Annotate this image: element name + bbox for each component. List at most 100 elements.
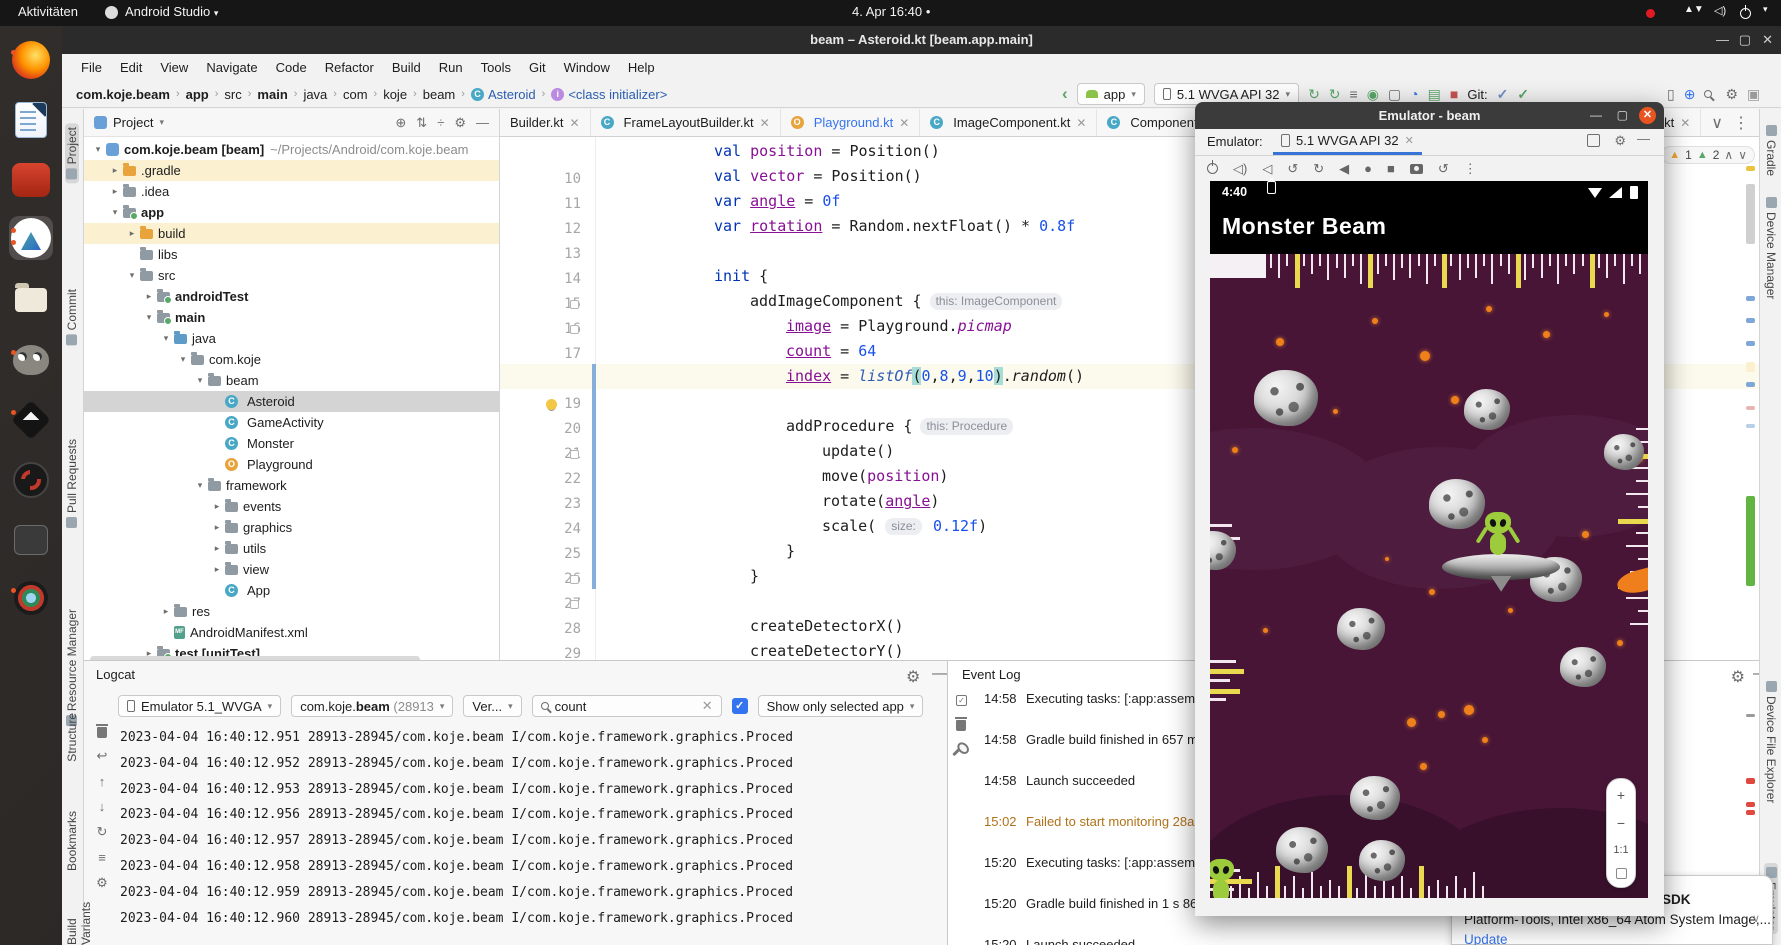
- tab-close-icon[interactable]: ✕: [899, 116, 909, 130]
- tree-item-src[interactable]: ▾src: [84, 265, 499, 286]
- trash-icon[interactable]: [97, 727, 107, 738]
- coverage-icon[interactable]: ▢: [1388, 87, 1401, 101]
- androidstudio-dock-icon[interactable]: [9, 216, 53, 260]
- zoom-fit-button[interactable]: [1616, 868, 1627, 879]
- menu-tools[interactable]: Tools: [472, 56, 520, 79]
- rotate-cw-icon[interactable]: ↻: [1313, 161, 1324, 177]
- tab-builder-kt[interactable]: Builder.kt✕: [500, 109, 591, 137]
- scroll-down-icon[interactable]: ↓: [99, 799, 106, 814]
- checkmark-icon[interactable]: ✓: [956, 695, 967, 706]
- tree-item-app[interactable]: CApp: [84, 580, 499, 601]
- project-title[interactable]: Project: [113, 115, 153, 130]
- layout-icon[interactable]: [1587, 134, 1600, 147]
- emulator-hide-icon[interactable]: —: [1637, 131, 1650, 146]
- git-update-icon[interactable]: ✓: [1497, 87, 1509, 101]
- zoom-reset-button[interactable]: 1:1: [1613, 844, 1628, 856]
- tree-item-com-koje-beam-beam-[interactable]: ▾com.koje.beam [beam]~/Projects/Android/…: [84, 139, 499, 160]
- profile-icon[interactable]: ◔: [1410, 87, 1418, 101]
- quickfix-bulb-icon[interactable]: [546, 399, 557, 410]
- update-link[interactable]: Update: [1464, 932, 1508, 945]
- tree-item-asteroid[interactable]: CAsteroid: [84, 391, 499, 412]
- phone-screen[interactable]: 4:40 Monster Beam + − 1:1: [1210, 181, 1648, 898]
- power-icon[interactable]: [1740, 7, 1751, 22]
- profiler-steps-icon[interactable]: ≡: [1350, 87, 1358, 101]
- firefox-dock-icon[interactable]: [9, 38, 53, 82]
- regex-checkbox[interactable]: ✓: [732, 698, 748, 714]
- activities-button[interactable]: Aktivitäten: [18, 4, 78, 19]
- expand-icon[interactable]: ⇅: [416, 115, 427, 131]
- tree-chevron-icon[interactable]: ▾: [192, 375, 208, 386]
- libreoffice-dock-icon[interactable]: [9, 98, 53, 142]
- tree-item-java[interactable]: ▾java: [84, 328, 499, 349]
- volume-down-icon[interactable]: ◁: [1262, 161, 1272, 177]
- tree-item-framework[interactable]: ▾framework: [84, 475, 499, 496]
- power-icon[interactable]: [1207, 163, 1218, 174]
- volume-up-icon[interactable]: ◁): [1233, 161, 1247, 177]
- tab-list-chevron-icon[interactable]: ∨: [1711, 113, 1723, 133]
- sidebar-item-structure[interactable]: Structure: [65, 713, 79, 762]
- record-icon[interactable]: ▤: [1428, 87, 1441, 101]
- tree-item--gradle[interactable]: ▸.gradle: [84, 160, 499, 181]
- fold-marker-icon[interactable]: [570, 575, 579, 584]
- prev-problem-icon[interactable]: ∧: [1724, 148, 1733, 162]
- menu-edit[interactable]: Edit: [111, 56, 151, 79]
- tree-chevron-icon[interactable]: ▾: [141, 312, 157, 323]
- tab-close-icon[interactable]: ✕: [1680, 116, 1690, 130]
- camera-icon[interactable]: [1410, 164, 1423, 174]
- gimp-dock-icon[interactable]: [9, 338, 53, 382]
- soft-wrap-icon[interactable]: ↩: [97, 748, 108, 764]
- camera-dock-icon[interactable]: [9, 576, 53, 620]
- tree-chevron-icon[interactable]: ▾: [175, 354, 191, 365]
- emulator-settings-gear-icon[interactable]: ⚙: [1614, 133, 1626, 149]
- tree-item-androidtest[interactable]: ▸androidTest: [84, 286, 499, 307]
- menu-view[interactable]: View: [151, 56, 197, 79]
- tree-chevron-icon[interactable]: ▾: [107, 207, 123, 218]
- tree-chevron-icon[interactable]: ▸: [209, 501, 225, 512]
- emulator-maximize-button[interactable]: ▢: [1617, 108, 1628, 122]
- tab-close-icon[interactable]: ✕: [760, 116, 770, 130]
- tab-close-icon[interactable]: ✕: [1076, 116, 1086, 130]
- emulator-minimize-button[interactable]: —: [1590, 108, 1602, 122]
- debug-bug-icon[interactable]: ◉: [1367, 87, 1379, 101]
- avatar-icon[interactable]: ▣: [1747, 87, 1760, 101]
- logcat-search-input[interactable]: count✕: [532, 695, 722, 717]
- collapse-all-icon[interactable]: ÷: [437, 115, 444, 131]
- breadcrumb-item[interactable]: CAsteroid: [471, 87, 536, 102]
- tab-close-icon[interactable]: ✕: [569, 116, 579, 130]
- logcat-output[interactable]: 2023-04-04 16:40:12.951 28913-28945/com.…: [120, 725, 921, 945]
- menu-refactor[interactable]: Refactor: [316, 56, 383, 79]
- wrench-icon[interactable]: [952, 746, 963, 757]
- tree-chevron-icon[interactable]: ▸: [209, 543, 225, 554]
- tree-item-playground[interactable]: OPlayground: [84, 454, 499, 475]
- fold-marker-icon[interactable]: [570, 300, 579, 309]
- menu-git[interactable]: Git: [520, 56, 555, 79]
- patterns-dock-icon[interactable]: [9, 458, 53, 502]
- tree-item-utils[interactable]: ▸utils: [84, 538, 499, 559]
- logcat-settings-gear-icon[interactable]: ⚙: [906, 667, 920, 687]
- inkscape-dock-icon[interactable]: [9, 398, 53, 442]
- search-icon[interactable]: [1704, 90, 1712, 98]
- network-icon[interactable]: ▲▼: [1684, 4, 1704, 15]
- tree-item-androidmanifest-xml[interactable]: MFAndroidManifest.xml: [84, 622, 499, 643]
- tree-item-gameactivity[interactable]: CGameActivity: [84, 412, 499, 433]
- tray-chevron-icon[interactable]: ▾: [1763, 4, 1768, 15]
- scroll-up-icon[interactable]: ↑: [99, 774, 106, 789]
- rotate-ccw-icon[interactable]: ↺: [1287, 161, 1298, 177]
- tree-item-monster[interactable]: CMonster: [84, 433, 499, 454]
- run-config-dropdown[interactable]: app▾: [1077, 83, 1145, 105]
- project-view-chevron-icon[interactable]: ▾: [159, 117, 164, 128]
- sdk-download-icon[interactable]: ⊕: [1684, 87, 1696, 101]
- stop-icon[interactable]: ■: [1450, 87, 1458, 101]
- logcat-package-dropdown[interactable]: com.koje.beam (28913▾: [291, 695, 453, 717]
- tree-chevron-icon[interactable]: ▸: [209, 564, 225, 575]
- event-log-header[interactable]: Event Log: [962, 661, 1021, 688]
- sidebar-item-pull-requests[interactable]: Pull Requests: [65, 439, 79, 528]
- run-restart-icon[interactable]: ↻: [1329, 87, 1341, 101]
- emulator-device-tab[interactable]: 5.1 WVGA API 32 ✕: [1273, 129, 1422, 155]
- fold-marker-icon[interactable]: [570, 325, 579, 334]
- snapshot-icon[interactable]: ↺: [1438, 161, 1449, 177]
- tree-chevron-icon[interactable]: ▾: [158, 333, 174, 344]
- tree-item-beam[interactable]: ▾beam: [84, 370, 499, 391]
- logcat-show-filter-dropdown[interactable]: Show only selected app▾: [758, 695, 924, 717]
- breadcrumb-item[interactable]: src: [224, 87, 241, 102]
